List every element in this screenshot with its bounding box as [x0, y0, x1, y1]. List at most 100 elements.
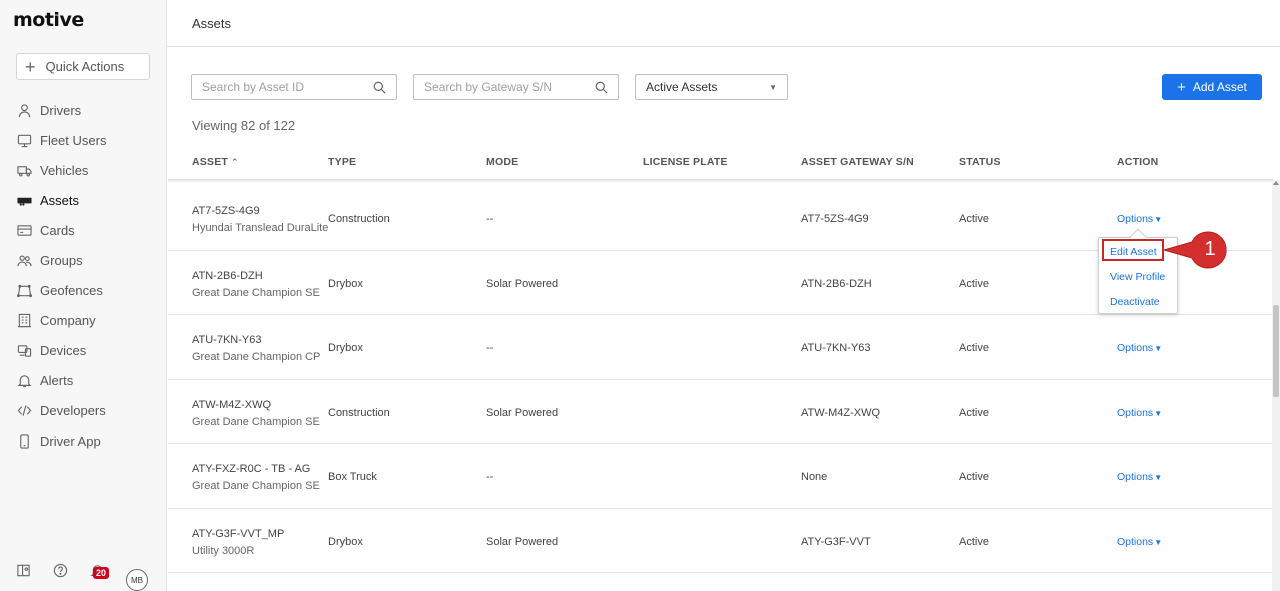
asset-id[interactable]: ATN-2B6-DZH	[192, 270, 263, 282]
sidebar-item-label: Cards	[40, 222, 75, 238]
asset-name: Great Dane Champion SE	[192, 415, 320, 428]
sidebar-item-label: Fleet Users	[40, 132, 107, 148]
motive-logo[interactable]: motive	[13, 9, 84, 31]
asset-id[interactable]: ATU-7KN-Y63	[192, 334, 261, 346]
scroll-up-arrow-icon[interactable]	[1273, 181, 1279, 185]
column-header-license-plate: LICENSE PLATE	[643, 156, 728, 168]
asset-status: Active	[959, 471, 989, 483]
search-gateway-input[interactable]	[424, 80, 584, 94]
asset-id[interactable]: ATW-M4Z-XWQ	[192, 399, 271, 411]
sidebar-item-label: Driver App	[40, 433, 101, 449]
sidebar-item-devices[interactable]: Devices	[0, 336, 166, 366]
asset-id[interactable]: ATY-FXZ-R0C - TB - AG	[192, 463, 310, 475]
column-header-type: TYPE	[328, 156, 357, 168]
sort-ascending-icon: ⌃	[231, 157, 239, 167]
trailer-icon	[17, 193, 32, 208]
options-dropdown[interactable]: Options▼	[1117, 213, 1162, 225]
building-icon	[17, 313, 32, 328]
sidebar-item-fleet-users[interactable]: Fleet Users	[0, 125, 166, 155]
options-dropdown[interactable]: Options▼	[1117, 536, 1162, 548]
devices-icon	[17, 343, 32, 358]
sidebar-item-drivers[interactable]: Drivers	[0, 95, 166, 125]
card-icon	[17, 223, 32, 238]
asset-gateway: AT7-5ZS-4G9	[801, 213, 869, 225]
options-dropdown[interactable]: Options▼	[1117, 407, 1162, 419]
asset-name: Great Dane Champion CP	[192, 351, 321, 363]
asset-status: Active	[959, 342, 989, 354]
sidebar: motive + Quick Actions Drivers Fleet Use…	[0, 0, 167, 591]
avatar[interactable]: MB	[126, 569, 148, 591]
top-bar: Assets	[167, 0, 1280, 47]
asset-id[interactable]: AT7-5ZS-4G9	[192, 205, 260, 217]
deactivate-menu-item[interactable]: Deactivate	[1110, 296, 1160, 308]
asset-type: Drybox	[328, 277, 363, 290]
quick-actions-label: Quick Actions	[45, 59, 125, 74]
asset-name: Great Dane Champion SE	[192, 480, 320, 492]
sidebar-item-geofences[interactable]: Geofences	[0, 276, 166, 306]
asset-gateway: ATW-M4Z-XWQ	[801, 406, 881, 419]
sidebar-item-driver-app[interactable]: Driver App	[0, 426, 166, 456]
asset-gateway: ATY-G3F-VVT	[801, 535, 871, 548]
asset-status: Active	[959, 213, 989, 225]
search-icon	[373, 81, 386, 94]
column-header-gateway: ASSET GATEWAY S/N	[801, 156, 914, 168]
truck-icon	[17, 163, 32, 178]
asset-gateway: None	[801, 471, 828, 483]
asset-mode: Solar Powered	[486, 535, 559, 548]
sidebar-item-vehicles[interactable]: Vehicles	[0, 155, 166, 185]
options-dropdown[interactable]: Options▼	[1117, 471, 1162, 483]
geofence-icon	[17, 283, 32, 298]
notification-badge: 20	[93, 567, 110, 579]
caret-down-icon: ▼	[1154, 537, 1163, 547]
help-icon[interactable]	[52, 562, 69, 579]
options-dropdown[interactable]: Options▼	[1117, 342, 1162, 354]
asset-mode: --	[486, 471, 494, 483]
column-header-asset[interactable]: ASSET ⌃	[192, 156, 239, 168]
sidebar-nav: Drivers Fleet Users Vehicles Assets Card…	[0, 95, 166, 456]
phone-icon	[17, 433, 32, 449]
map-book-icon[interactable]	[15, 562, 32, 579]
asset-mode: Solar Powered	[486, 277, 559, 290]
asset-id[interactable]: ATY-G3F-VVT_MP	[192, 528, 284, 540]
sidebar-item-cards[interactable]: Cards	[0, 215, 166, 245]
sidebar-item-label: Assets	[40, 192, 80, 208]
asset-name: Utility 3000R	[192, 544, 255, 557]
asset-status: Active	[959, 406, 989, 419]
sidebar-item-label: Alerts	[40, 373, 74, 389]
sidebar-item-label: Geofences	[40, 283, 103, 299]
asset-status-select[interactable]: Active Assets ▼	[635, 74, 788, 100]
add-asset-button[interactable]: + Add Asset	[1162, 74, 1262, 100]
header-shadow	[168, 180, 1273, 183]
person-icon	[17, 103, 32, 118]
search-asset-id-field[interactable]	[191, 74, 397, 100]
step-number: 1	[1204, 238, 1216, 260]
sidebar-item-developers[interactable]: Developers	[0, 396, 166, 426]
sidebar-item-label: Vehicles	[40, 162, 89, 178]
sidebar-item-alerts[interactable]: Alerts	[0, 366, 166, 396]
search-gateway-field[interactable]	[413, 74, 619, 100]
asset-mode: Solar Powered	[486, 406, 559, 419]
search-asset-id-input[interactable]	[202, 80, 362, 94]
scrollbar-thumb[interactable]	[1273, 305, 1279, 397]
sidebar-item-label: Drivers	[40, 102, 82, 118]
asset-type: Box Truck	[328, 471, 377, 483]
caret-down-icon: ▼	[769, 82, 777, 92]
caret-down-icon: ▼	[1154, 344, 1163, 353]
bell-icon	[17, 373, 32, 388]
sidebar-item-company[interactable]: Company	[0, 306, 166, 336]
asset-type: Construction	[328, 406, 390, 419]
add-asset-label: Add Asset	[1192, 80, 1247, 94]
caret-down-icon: ▼	[1154, 473, 1163, 482]
asset-gateway: ATN-2B6-DZH	[801, 277, 872, 290]
sidebar-item-label: Developers	[40, 403, 106, 419]
quick-actions-button[interactable]: + Quick Actions	[16, 53, 150, 80]
asset-status: Active	[959, 277, 989, 290]
sidebar-item-groups[interactable]: Groups	[0, 245, 166, 275]
asset-type: Drybox	[328, 535, 363, 548]
view-profile-menu-item[interactable]: View Profile	[1110, 271, 1165, 283]
asset-type: Drybox	[328, 342, 363, 354]
sidebar-item-assets[interactable]: Assets	[0, 185, 166, 215]
asset-gateway: ATU-7KN-Y63	[801, 342, 871, 354]
sidebar-item-label: Company	[40, 313, 96, 329]
caret-down-icon: ▼	[1154, 408, 1163, 418]
